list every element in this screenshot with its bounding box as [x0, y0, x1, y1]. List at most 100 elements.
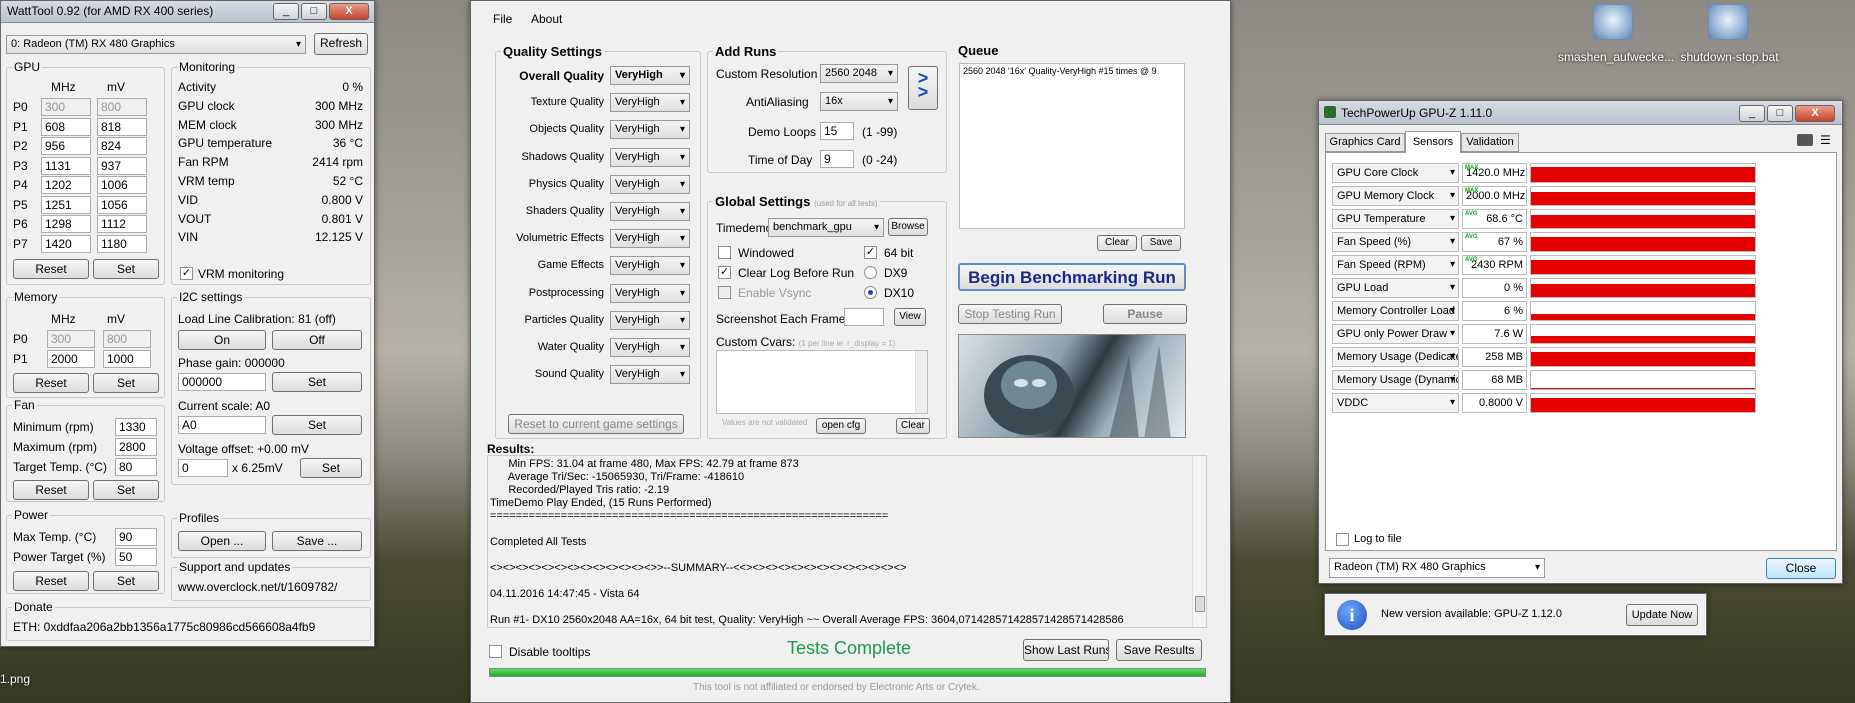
quality-select[interactable]: VeryHigh	[610, 365, 690, 385]
fan-set-button[interactable]: Set	[93, 480, 159, 500]
sensor-name[interactable]: Memory Usage (Dynamic)	[1332, 370, 1459, 390]
dx10-radio[interactable]	[864, 286, 877, 299]
quality-select[interactable]: VeryHigh	[610, 174, 690, 194]
sensor-name[interactable]: Memory Controller Load	[1332, 301, 1459, 321]
close-button[interactable]: X	[1795, 105, 1835, 122]
queue-item[interactable]: 2560 2048 '16x' Quality-VeryHigh #15 tim…	[963, 66, 1157, 76]
gpu-select[interactable]: 0: Radeon (TM) RX 480 Graphics	[6, 35, 306, 54]
quality-select[interactable]: VeryHigh	[610, 66, 690, 85]
quality-select[interactable]: VeryHigh	[610, 338, 690, 357]
phase-set-button[interactable]: Set	[272, 372, 362, 392]
menu-icon[interactable]: ☰	[1820, 133, 1831, 147]
tab-graphics-card[interactable]: Graphics Card	[1325, 133, 1405, 152]
mem-set-button[interactable]: Set	[93, 373, 159, 393]
mem-mhz-input[interactable]: 2000	[47, 350, 95, 368]
begin-benchmark-button[interactable]: Begin Benchmarking Run	[958, 263, 1186, 291]
disable-tooltips-checkbox[interactable]	[489, 645, 502, 658]
quality-select[interactable]: VeryHigh	[610, 202, 690, 221]
sensor-name[interactable]: GPU Load	[1332, 278, 1459, 298]
browse-button[interactable]: Browse	[888, 218, 928, 236]
sensor-name[interactable]: VDDC	[1332, 393, 1459, 413]
pstate-mv-input[interactable]: 1112	[97, 215, 147, 233]
pstate-mv-input[interactable]: 1180	[97, 234, 147, 253]
pstate-mhz-input[interactable]: 956	[41, 137, 91, 155]
clear-log-checkbox[interactable]: ✓	[718, 266, 731, 279]
llc-on-button[interactable]: On	[178, 330, 266, 350]
pstate-mhz-input[interactable]: 1131	[41, 156, 91, 175]
open-cfg-button[interactable]: open cfg	[816, 418, 866, 434]
power-set-button[interactable]: Set	[93, 571, 159, 591]
tab-validation[interactable]: Validation	[1461, 133, 1519, 152]
vrm-monitoring-checkbox[interactable]: ✓	[180, 267, 193, 280]
fan-min-input[interactable]: 1330	[115, 418, 157, 436]
screenshot-input[interactable]	[844, 308, 884, 326]
sensor-name[interactable]: GPU Memory Clock	[1332, 186, 1459, 206]
cvars-textarea[interactable]	[716, 350, 928, 414]
pstate-mhz-input[interactable]: 1420	[41, 234, 91, 253]
maximize-button[interactable]: □	[1767, 105, 1793, 122]
current-scale-input[interactable]: A0	[178, 416, 266, 434]
log-to-file-checkbox[interactable]	[1336, 533, 1349, 546]
profile-save-button[interactable]: Save ...	[272, 531, 362, 551]
power-target-input[interactable]: 50	[115, 548, 157, 566]
view-button[interactable]: View	[894, 308, 926, 326]
scrollbar-thumb[interactable]	[1195, 596, 1205, 612]
max-temp-input[interactable]: 90	[115, 528, 157, 546]
sensor-name[interactable]: Fan Speed (%)	[1332, 232, 1459, 252]
show-last-runs-button[interactable]: Show Last Runs	[1023, 639, 1109, 661]
refresh-button[interactable]: Refresh	[314, 33, 368, 55]
sensor-name[interactable]: Memory Usage (Dedicated)	[1332, 347, 1459, 367]
sensor-name[interactable]: GPU only Power Draw	[1332, 324, 1459, 344]
aa-select[interactable]: 16x	[820, 92, 898, 111]
quality-select[interactable]: VeryHigh	[610, 229, 690, 249]
menu-about[interactable]: About	[531, 12, 562, 26]
support-link[interactable]: www.overclock.net/t/1609782/	[178, 580, 337, 594]
results-scrollbar[interactable]	[1192, 456, 1206, 627]
scale-set-button[interactable]: Set	[272, 415, 362, 435]
power-reset-button[interactable]: Reset	[13, 571, 89, 591]
profile-open-button[interactable]: Open ...	[178, 531, 266, 551]
sensor-name[interactable]: Fan Speed (RPM)	[1332, 255, 1459, 275]
windowed-checkbox[interactable]	[718, 246, 731, 259]
fan-max-input[interactable]: 2800	[115, 438, 157, 456]
pstate-mhz-input[interactable]: 1298	[41, 215, 91, 233]
tab-sensors[interactable]: Sensors	[1405, 131, 1461, 153]
pstate-mv-input[interactable]: 824	[97, 137, 147, 155]
pstate-mhz-input[interactable]: 1251	[41, 195, 91, 214]
quality-select[interactable]: VeryHigh	[610, 256, 690, 276]
gpuz-close-button[interactable]: Close	[1766, 558, 1836, 579]
batch-file-icon[interactable]	[1593, 4, 1633, 40]
pstate-mv-input[interactable]: 937	[97, 156, 147, 175]
save-results-button[interactable]: Save Results	[1116, 639, 1202, 661]
timedemo-select[interactable]: benchmark_gpu	[768, 218, 884, 237]
pstate-mhz-input[interactable]: 1202	[41, 176, 91, 194]
pstate-mv-input[interactable]: 1056	[97, 195, 147, 214]
add-run-button[interactable]: > >	[908, 66, 938, 110]
pause-button[interactable]: Pause	[1103, 304, 1187, 324]
quality-select[interactable]: VeryHigh	[610, 147, 690, 167]
maximize-button[interactable]: □	[301, 3, 327, 20]
queue-save-button[interactable]: Save	[1141, 235, 1181, 251]
fan-reset-button[interactable]: Reset	[13, 480, 89, 500]
demo-loops-input[interactable]: 15	[820, 122, 854, 140]
resolution-select[interactable]: 2560 2048	[820, 64, 898, 83]
dx9-radio[interactable]	[864, 266, 877, 279]
update-now-button[interactable]: Update Now	[1626, 604, 1698, 626]
minimize-button[interactable]: _	[1739, 105, 1765, 122]
camera-icon[interactable]	[1797, 134, 1813, 146]
target-temp-input[interactable]: 80	[115, 458, 157, 476]
64bit-checkbox[interactable]: ✓	[864, 246, 877, 259]
quality-select[interactable]: VeryHigh	[610, 310, 690, 330]
pstate-mv-input[interactable]: 818	[97, 117, 147, 136]
queue-list[interactable]: 2560 2048 '16x' Quality-VeryHigh #15 tim…	[959, 63, 1185, 229]
desktop-icon-label[interactable]: smashen_aufwecke...	[1558, 50, 1674, 64]
sensor-name[interactable]: GPU Temperature	[1332, 209, 1459, 229]
mem-reset-button[interactable]: Reset	[13, 373, 89, 393]
queue-clear-button[interactable]: Clear	[1097, 235, 1137, 251]
minimize-button[interactable]: _	[273, 3, 299, 20]
pstate-mhz-input[interactable]: 608	[41, 117, 91, 136]
scrollbar[interactable]	[915, 351, 927, 413]
voltage-set-button[interactable]: Set	[300, 458, 362, 478]
gpu-set-button[interactable]: Set	[93, 259, 159, 279]
batch-file-icon[interactable]	[1708, 4, 1748, 40]
